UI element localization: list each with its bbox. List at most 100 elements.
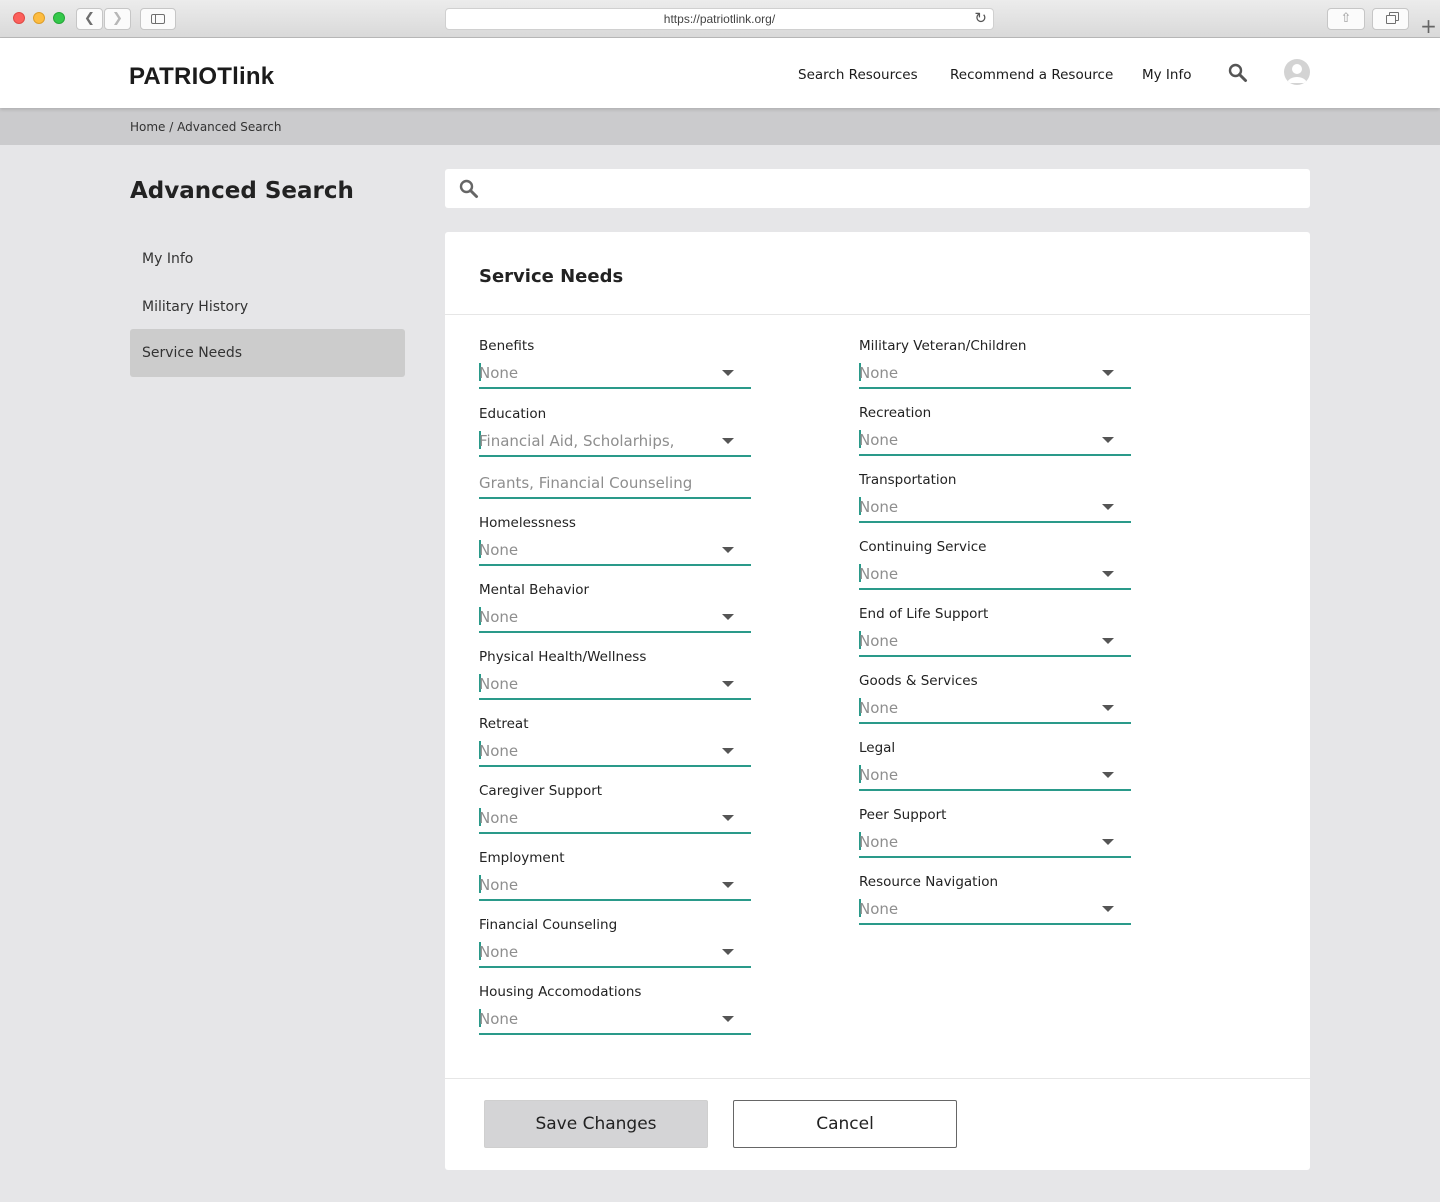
- resource-navigation-select[interactable]: None: [859, 896, 1131, 925]
- caret-down-icon: [1102, 705, 1114, 711]
- card-title: Service Needs: [479, 266, 624, 287]
- transportation-select[interactable]: None: [859, 494, 1131, 523]
- legal-select[interactable]: None: [859, 762, 1131, 791]
- caret-down-icon: [1102, 571, 1114, 577]
- select-value: None: [859, 900, 899, 918]
- close-window-button[interactable]: [13, 12, 25, 24]
- caret-down-icon: [722, 882, 734, 888]
- physical-health-select[interactable]: None: [479, 671, 751, 700]
- caret-down-icon: [1102, 504, 1114, 510]
- continuing-service-select[interactable]: None: [859, 561, 1131, 590]
- caret-down-icon: [722, 949, 734, 955]
- breadcrumb[interactable]: Home / Advanced Search: [130, 120, 281, 134]
- nav-search-resources[interactable]: Search Resources: [798, 67, 918, 83]
- field-label: Caregiver Support: [479, 783, 603, 799]
- minimize-window-button[interactable]: [33, 12, 45, 24]
- caret-down-icon: [1102, 839, 1114, 845]
- goods-services-select[interactable]: None: [859, 695, 1131, 724]
- divider: [445, 1078, 1310, 1079]
- select-value: None: [859, 833, 899, 851]
- zoom-window-button[interactable]: [53, 12, 65, 24]
- field-label: Retreat: [479, 716, 529, 732]
- caret-down-icon: [1102, 370, 1114, 376]
- select-value: None: [479, 943, 519, 961]
- nav-my-info[interactable]: My Info: [1142, 67, 1191, 83]
- housing-accomodations-select[interactable]: None: [479, 1006, 751, 1035]
- caret-down-icon: [722, 681, 734, 687]
- caret-down-icon: [1102, 437, 1114, 443]
- sidebar-icon[interactable]: [140, 8, 176, 30]
- cancel-button[interactable]: Cancel: [733, 1100, 957, 1148]
- homelessness-select[interactable]: None: [479, 537, 751, 566]
- caret-down-icon: [722, 547, 734, 553]
- tabs-icon[interactable]: [1372, 8, 1409, 30]
- address-url: https://patriotlink.org/: [663, 12, 776, 26]
- select-value: None: [859, 699, 899, 717]
- field-label: Physical Health/Wellness: [479, 649, 647, 665]
- field-label: Legal: [859, 740, 896, 756]
- sidebar-item-my-info[interactable]: My Info: [130, 235, 405, 283]
- caregiver-support-select[interactable]: None: [479, 805, 751, 834]
- field-label: Continuing Service: [859, 539, 987, 555]
- back-arrow-icon[interactable]: ❮: [76, 8, 103, 30]
- field-label: Benefits: [479, 338, 535, 354]
- field-label: End of Life Support: [859, 606, 989, 622]
- field-label: Recreation: [859, 405, 932, 421]
- caret-down-icon: [722, 370, 734, 376]
- caret-down-icon: [1102, 772, 1114, 778]
- select-value: None: [479, 364, 519, 382]
- select-value: None: [859, 498, 899, 516]
- sidebar-item-military-history[interactable]: Military History: [130, 283, 405, 331]
- military-veteran-children-select[interactable]: None: [859, 360, 1131, 389]
- caret-down-icon: [722, 748, 734, 754]
- page-title: Advanced Search: [130, 178, 354, 204]
- select-value: Grants, Financial Counseling: [479, 474, 693, 492]
- employment-select[interactable]: None: [479, 872, 751, 901]
- sidebar-item-service-needs[interactable]: Service Needs: [130, 329, 405, 377]
- select-value: None: [859, 364, 899, 382]
- recreation-select[interactable]: None: [859, 427, 1131, 456]
- field-label: Mental Behavior: [479, 582, 590, 598]
- browser-toolbar: ❮ ❯ https://patriotlink.org/ ↻ ⇧ +: [0, 0, 1440, 38]
- save-changes-button[interactable]: Save Changes: [484, 1100, 708, 1148]
- benefits-select[interactable]: None: [479, 360, 751, 389]
- field-label: Resource Navigation: [859, 874, 999, 890]
- select-value: None: [479, 809, 519, 827]
- breadcrumb-bar: Home / Advanced Search: [0, 108, 1440, 145]
- select-value: Financial Aid, Scholarhips,: [479, 432, 675, 450]
- search-icon[interactable]: [1228, 63, 1248, 83]
- select-value: None: [859, 565, 899, 583]
- education-select[interactable]: Financial Aid, Scholarhips,: [479, 428, 751, 457]
- forward-arrow-icon[interactable]: ❯: [104, 8, 131, 30]
- share-icon[interactable]: ⇧: [1327, 8, 1365, 30]
- education-select-continued[interactable]: Grants, Financial Counseling: [479, 470, 751, 499]
- caret-down-icon: [722, 815, 734, 821]
- plus-icon[interactable]: +: [1417, 16, 1440, 38]
- nav-recommend-resource[interactable]: Recommend a Resource: [950, 67, 1113, 83]
- caret-down-icon: [1102, 638, 1114, 644]
- brand-logo[interactable]: PATRIOTlink: [129, 63, 274, 91]
- retreat-select[interactable]: None: [479, 738, 751, 767]
- search-input[interactable]: [489, 169, 1289, 208]
- select-value: None: [479, 675, 519, 693]
- caret-down-icon: [722, 614, 734, 620]
- field-label: Peer Support: [859, 807, 947, 823]
- field-label: Education: [479, 406, 547, 422]
- caret-down-icon: [722, 438, 734, 444]
- end-of-life-support-select[interactable]: None: [859, 628, 1131, 657]
- peer-support-select[interactable]: None: [859, 829, 1131, 858]
- field-label: Housing Accomodations: [479, 984, 642, 1000]
- search-bar: [445, 169, 1310, 208]
- search-icon: [459, 179, 478, 198]
- reload-icon[interactable]: ↻: [974, 9, 987, 29]
- select-value: None: [859, 766, 899, 784]
- financial-counseling-select[interactable]: None: [479, 939, 751, 968]
- user-avatar-icon[interactable]: [1284, 59, 1310, 85]
- mental-behavior-select[interactable]: None: [479, 604, 751, 633]
- select-value: None: [479, 876, 519, 894]
- service-needs-card: Service Needs Benefits None Education Fi…: [445, 232, 1310, 1170]
- select-value: None: [479, 541, 519, 559]
- select-value: None: [479, 608, 519, 626]
- field-label: Financial Counseling: [479, 917, 618, 933]
- address-bar[interactable]: https://patriotlink.org/ ↻: [445, 8, 994, 30]
